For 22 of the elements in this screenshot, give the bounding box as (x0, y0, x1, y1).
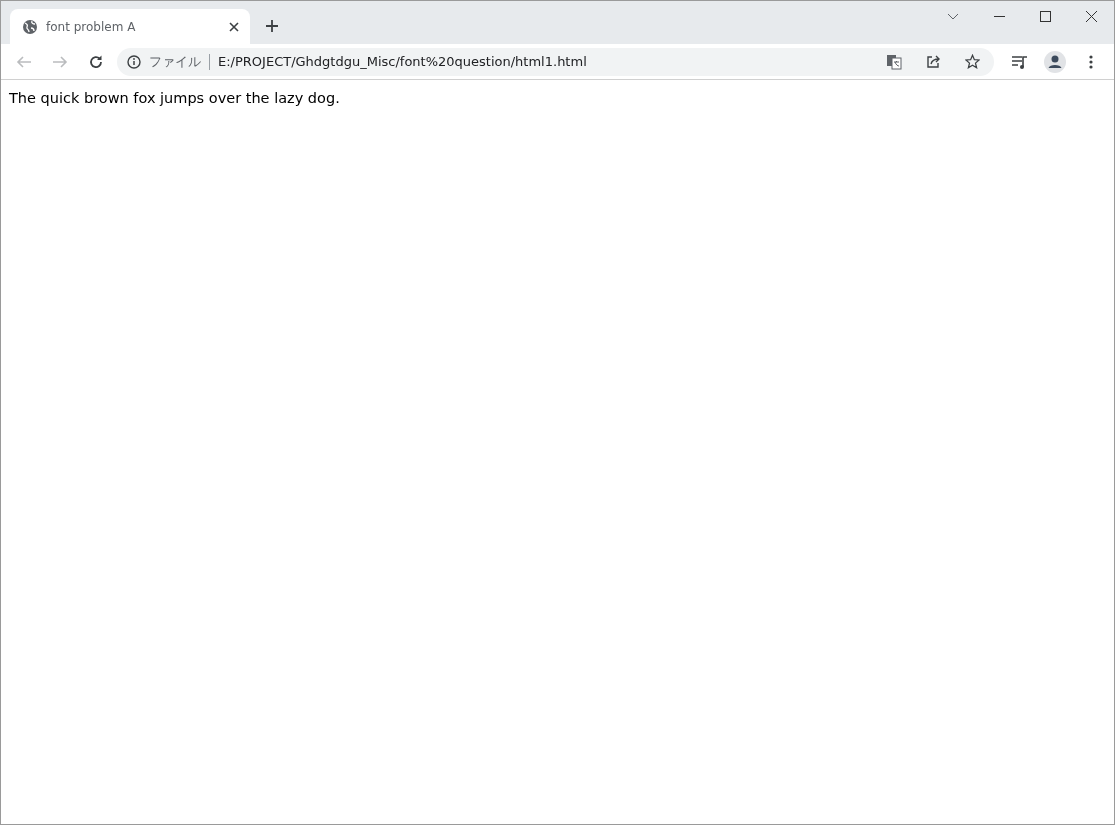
maximize-icon (1039, 10, 1051, 22)
close-icon (229, 21, 239, 32)
playlist-icon (1010, 54, 1028, 69)
back-arrow-icon (16, 53, 32, 70)
browser-tab[interactable]: font problem A (10, 9, 250, 44)
scheme-label: ファイル (149, 53, 210, 70)
avatar-icon (1044, 50, 1066, 73)
minimize-icon (993, 15, 1005, 17)
forward-arrow-icon (52, 53, 68, 70)
globe-icon (22, 18, 38, 35)
menu-icon (1089, 54, 1093, 69)
star-icon[interactable] (965, 54, 980, 69)
chevron-down-icon (947, 12, 959, 20)
tab-title: font problem A (46, 18, 137, 36)
close-icon (1085, 10, 1097, 22)
plus-icon (265, 19, 279, 33)
info-icon[interactable] (127, 54, 141, 69)
page-text: The quick brown fox jumps over the lazy dog. (9, 89, 341, 108)
reload-icon (88, 53, 104, 70)
share-icon[interactable] (926, 54, 941, 69)
translate-icon[interactable] (886, 53, 902, 70)
url-text[interactable]: E:/PROJECT/Ghdgtdgu_Misc/font%20question/html1.html (218, 51, 587, 72)
